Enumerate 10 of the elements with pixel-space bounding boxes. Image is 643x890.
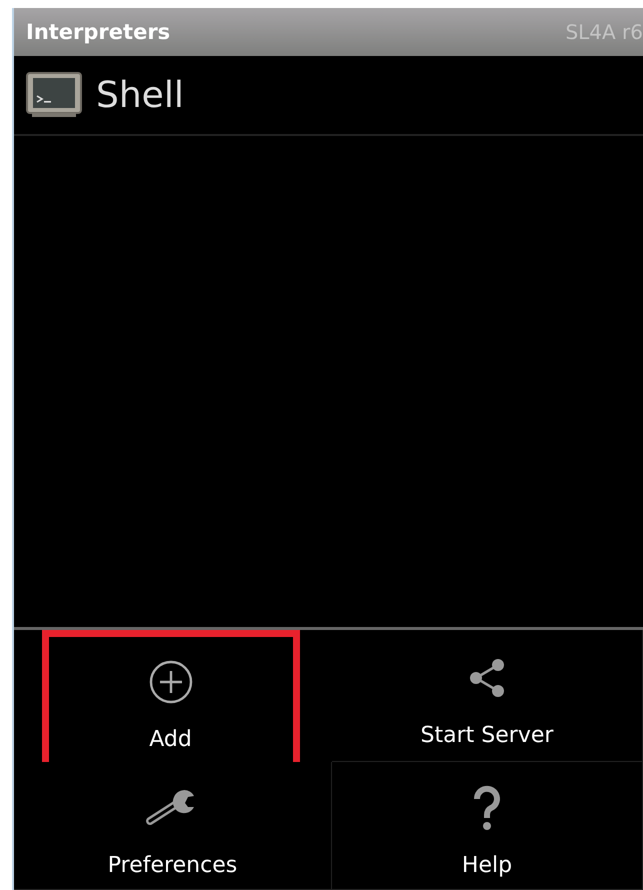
plus-circle-icon — [148, 659, 194, 705]
terminal-icon — [26, 72, 82, 118]
interpreter-name: Shell — [96, 74, 184, 116]
menu-item[interactable]: Preferences — [14, 762, 332, 890]
help-icon — [472, 785, 502, 831]
menu-item[interactable]: Start Server — [332, 630, 643, 762]
version-label: SL4A r6 — [565, 20, 643, 44]
action-bar-title: Interpreters — [26, 20, 170, 44]
interpreter-item[interactable]: Shell — [14, 56, 643, 136]
menu-item[interactable]: Help — [332, 762, 643, 890]
